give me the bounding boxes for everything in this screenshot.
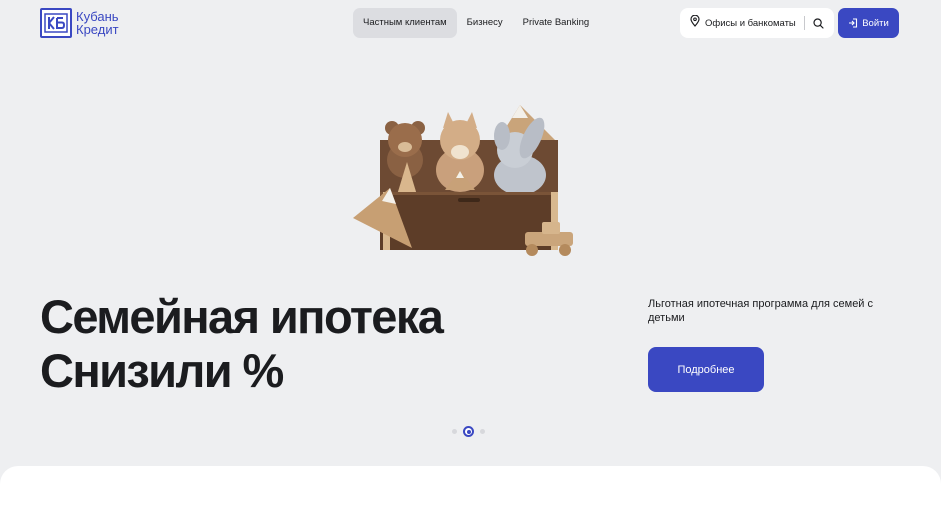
hero-illustration xyxy=(350,100,585,265)
main-nav: Частным клиентам Бизнесу Private Banking xyxy=(353,8,599,38)
logo-text: Кубань Кредит xyxy=(76,10,119,36)
content-card xyxy=(0,466,941,520)
login-label: Войти xyxy=(862,17,889,29)
hero-subtitle: Льготная ипотечная программа для семей с… xyxy=(648,298,874,324)
logo-mark-icon xyxy=(40,8,72,38)
hero-title-line2: Снизили % xyxy=(40,344,284,397)
search-button[interactable] xyxy=(813,17,824,29)
logo-text-line2: Кредит xyxy=(76,22,119,37)
location-pin-icon xyxy=(690,14,700,32)
more-button[interactable]: Подробнее xyxy=(648,347,764,392)
hero-title-line1: Семейная ипотека xyxy=(40,290,444,343)
slide-dot-2-active[interactable] xyxy=(463,426,474,437)
nav-item-private-banking[interactable]: Private Banking xyxy=(513,8,600,38)
slider-pagination xyxy=(452,426,485,437)
search-icon xyxy=(813,17,824,29)
slide-dot-3[interactable] xyxy=(480,429,485,434)
site-header: Кубань Кредит Частным клиентам Бизнесу P… xyxy=(0,0,941,46)
brand-logo[interactable]: Кубань Кредит xyxy=(40,8,119,38)
slide-dot-1[interactable] xyxy=(452,429,457,434)
login-button[interactable]: Войти xyxy=(838,8,899,38)
offices-link[interactable]: Офисы и банкоматы xyxy=(705,18,796,29)
login-icon xyxy=(849,18,858,28)
search-divider xyxy=(803,16,805,30)
hero-title: Семейная ипотека Снизили % xyxy=(40,290,444,398)
nav-item-private-clients[interactable]: Частным клиентам xyxy=(353,8,457,38)
nav-item-business[interactable]: Бизнесу xyxy=(457,8,513,38)
offices-search-bar: Офисы и банкоматы xyxy=(680,8,834,38)
